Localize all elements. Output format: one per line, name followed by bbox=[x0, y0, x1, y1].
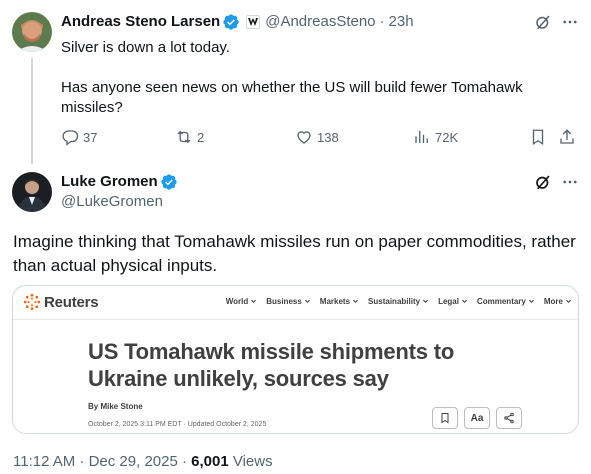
nav-markets: Markets bbox=[320, 297, 359, 306]
chevron-down-icon bbox=[423, 299, 429, 303]
reply-action-bar: 37 2 138 72K bbox=[61, 128, 581, 150]
article-dateline: October 2, 2025 3:11 PM EDT · Updated Oc… bbox=[88, 421, 267, 428]
article-link-card[interactable]: Reuters World Business Markets Sustainab… bbox=[12, 285, 579, 434]
article-byline: By Mike Stone bbox=[88, 402, 143, 411]
repost-icon bbox=[177, 130, 191, 144]
views-icon bbox=[415, 131, 428, 143]
separator-dot: · bbox=[379, 13, 385, 30]
reply-count: 37 bbox=[83, 129, 98, 145]
reply-author-name[interactable]: Andreas Steno Larsen bbox=[61, 12, 220, 32]
reply-button[interactable]: 37 bbox=[61, 128, 97, 146]
reply-tweet-header: Andreas Steno Larsen @AndreasSteno · 23h bbox=[61, 12, 414, 32]
views-count: 72K bbox=[435, 129, 459, 145]
article-bookmark-button bbox=[432, 407, 458, 429]
main-author-name[interactable]: Luke Gromen bbox=[61, 172, 158, 192]
share-button[interactable] bbox=[558, 128, 576, 146]
bookmark-icon bbox=[441, 413, 449, 424]
thread-line bbox=[31, 58, 33, 164]
reply-text-line2: Has anyone seen news on whether the US w… bbox=[61, 79, 523, 116]
verified-badge-icon bbox=[161, 174, 177, 190]
reply-tweet-text: Silver is down a lot today. Has anyone s… bbox=[61, 38, 561, 118]
reuters-logo: Reuters bbox=[23, 293, 99, 311]
nav-legal: Legal bbox=[438, 297, 468, 306]
main-author-handle[interactable]: @LukeGromen bbox=[61, 192, 163, 212]
chevron-down-icon bbox=[304, 299, 310, 303]
chevron-down-icon bbox=[528, 299, 534, 303]
reuters-nav-links: World Business Markets Sustainability Le… bbox=[217, 297, 572, 306]
chevron-down-icon bbox=[566, 299, 571, 303]
text-size-button: Aa bbox=[464, 407, 490, 429]
main-tweet-text: Imagine thinking that Tomahawk missiles … bbox=[13, 232, 576, 275]
tweet-timestamp[interactable]: 11:12 AM · Dec 29, 2025 · bbox=[13, 453, 191, 470]
share-icon bbox=[504, 412, 514, 424]
more-icon[interactable] bbox=[560, 172, 580, 192]
nav-world: World bbox=[226, 297, 258, 306]
article-tools: Aa bbox=[432, 407, 528, 429]
like-icon bbox=[297, 131, 311, 144]
reuters-logo-icon bbox=[23, 293, 41, 311]
chevron-down-icon bbox=[461, 299, 467, 303]
like-count: 138 bbox=[317, 129, 339, 145]
grok-icon[interactable] bbox=[533, 172, 553, 192]
verified-badge-icon bbox=[223, 14, 239, 30]
bookmark-button[interactable] bbox=[529, 128, 547, 146]
reply-time[interactable]: 23h bbox=[389, 12, 414, 32]
avatar-luke[interactable] bbox=[12, 172, 52, 212]
more-icon[interactable] bbox=[560, 12, 580, 32]
article-share-button bbox=[496, 407, 522, 429]
reply-icon bbox=[62, 130, 79, 146]
like-button[interactable]: 138 bbox=[295, 128, 339, 146]
nav-commentary: Commentary bbox=[477, 297, 535, 306]
tweet-meta: 11:12 AM · Dec 29, 2025 · 6,001 Views bbox=[13, 452, 273, 472]
bookmark-icon bbox=[532, 129, 544, 146]
repost-button[interactable]: 2 bbox=[175, 128, 204, 146]
view-count: 6,001 bbox=[191, 453, 229, 470]
reuters-nav-bar: Reuters World Business Markets Sustainab… bbox=[13, 286, 578, 320]
views-label: Views bbox=[228, 453, 273, 470]
reuters-brand: Reuters bbox=[44, 293, 99, 311]
chevron-down-icon bbox=[251, 299, 257, 303]
nav-sustainability: Sustainability bbox=[368, 297, 429, 306]
grok-icon[interactable] bbox=[533, 12, 553, 32]
reply-author-handle[interactable]: @AndreasSteno bbox=[265, 12, 375, 32]
nav-business: Business bbox=[266, 297, 311, 306]
reply-text-line1: Silver is down a lot today. bbox=[61, 39, 230, 56]
chevron-down-icon bbox=[353, 299, 359, 303]
avatar-andreas[interactable] bbox=[12, 12, 52, 52]
views-button[interactable]: 72K bbox=[413, 128, 458, 146]
affiliate-badge-icon bbox=[246, 15, 261, 29]
repost-count: 2 bbox=[197, 129, 205, 145]
share-icon bbox=[560, 129, 574, 144]
article-headline: US Tomahawk missile shipments to Ukraine… bbox=[88, 339, 455, 391]
nav-more: More bbox=[544, 297, 572, 306]
main-tweet-header: Luke Gromen bbox=[61, 172, 178, 192]
